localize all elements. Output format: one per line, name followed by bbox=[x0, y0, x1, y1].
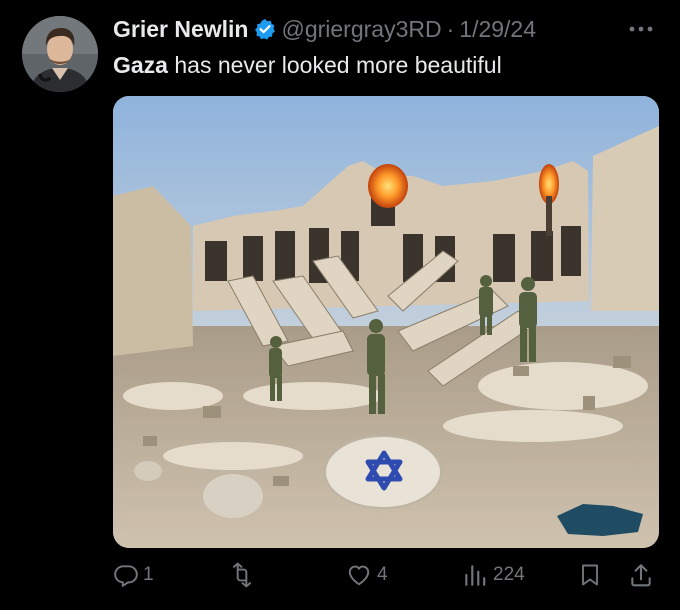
author-name[interactable]: Grier Newlin bbox=[113, 14, 248, 44]
like-icon bbox=[348, 565, 370, 586]
post-text-bold: Gaza bbox=[113, 52, 168, 78]
views-count: 224 bbox=[493, 564, 525, 585]
share-icon bbox=[631, 564, 651, 587]
like-count: 4 bbox=[377, 564, 388, 585]
repost-icon bbox=[232, 562, 252, 588]
post-image bbox=[113, 96, 659, 548]
post-header: Grier Newlin @griergray3RD · 1/29/24 bbox=[113, 14, 536, 44]
author-avatar[interactable] bbox=[22, 16, 98, 92]
post-text-rest: has never looked more beautiful bbox=[167, 52, 502, 78]
post-media[interactable] bbox=[113, 96, 659, 548]
bookmark-button[interactable] bbox=[578, 562, 602, 588]
avatar-image bbox=[22, 16, 98, 92]
reply-count: 1 bbox=[143, 564, 154, 585]
views-icon bbox=[465, 565, 486, 586]
author-handle[interactable]: @griergray3RD bbox=[281, 14, 441, 44]
post-date[interactable]: 1/29/24 bbox=[459, 14, 536, 44]
repost-button[interactable] bbox=[228, 562, 260, 588]
header-separator: · bbox=[446, 16, 455, 42]
share-button[interactable] bbox=[628, 562, 654, 588]
verified-badge-icon bbox=[254, 18, 276, 40]
bookmark-icon bbox=[582, 564, 598, 586]
action-bar: 1 4 224 bbox=[0, 562, 680, 596]
post-text: Gaza has never looked more beautiful bbox=[113, 50, 502, 80]
reply-icon bbox=[114, 565, 138, 587]
like-button[interactable]: 4 bbox=[345, 562, 388, 588]
more-icon[interactable] bbox=[628, 16, 654, 36]
views-button[interactable]: 224 bbox=[461, 562, 525, 588]
reply-button[interactable]: 1 bbox=[113, 562, 154, 588]
